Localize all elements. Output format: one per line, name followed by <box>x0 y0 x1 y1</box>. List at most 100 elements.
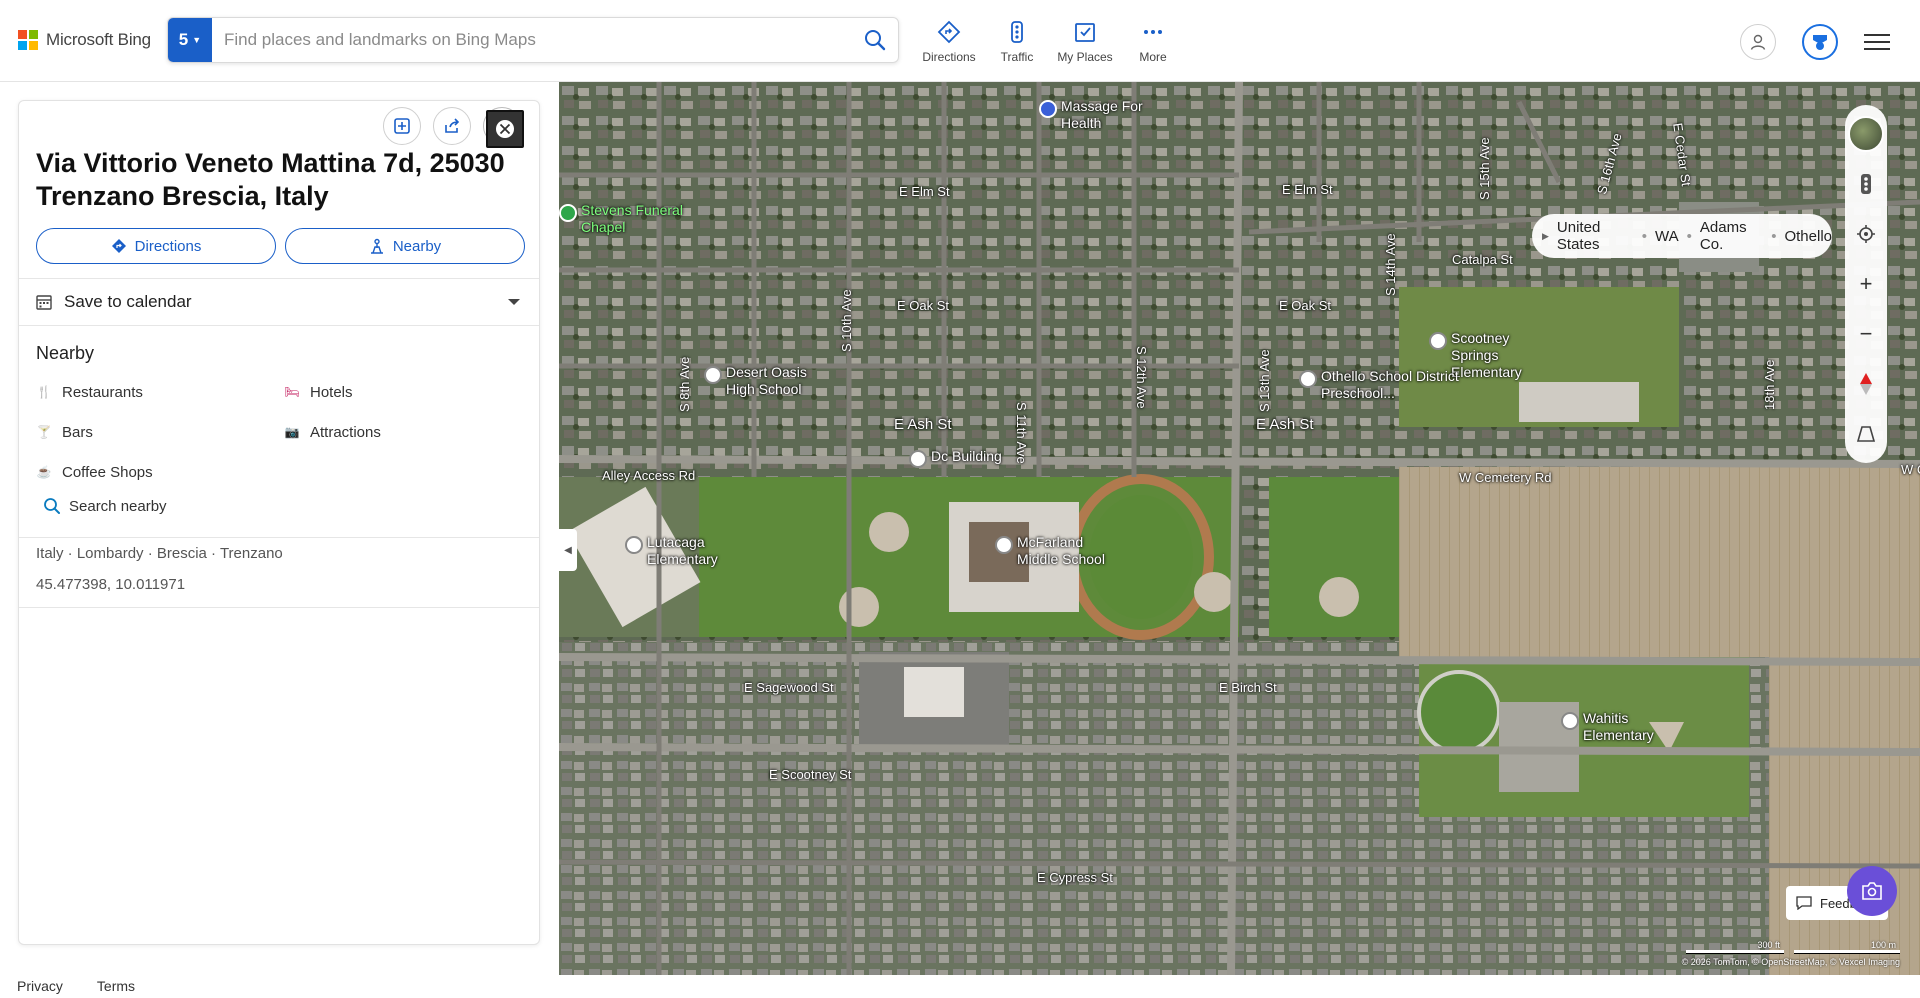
chevron-left-icon: ◀ <box>564 544 572 556</box>
save-to-calendar-row[interactable]: Save to calendar <box>36 289 521 315</box>
funeral-pin-icon <box>559 204 577 222</box>
camera-icon <box>1862 882 1882 900</box>
street-label: S 13th Ave <box>1257 349 1272 412</box>
nav-traffic[interactable]: Traffic <box>983 20 1051 64</box>
street-label: Alley Access Rd <box>602 468 696 483</box>
search-icon <box>865 30 886 51</box>
nearby-bars[interactable]: 🍸 Bars <box>36 421 284 443</box>
school-pin-icon <box>995 536 1013 554</box>
header-right <box>1740 24 1890 60</box>
microsoft-logo-icon <box>18 30 38 50</box>
street-label: Catalpa St <box>1452 252 1513 267</box>
brand-name: Microsoft Bing <box>46 30 151 49</box>
search-button[interactable] <box>852 18 898 62</box>
account-button[interactable] <box>1740 24 1776 60</box>
tilt-perspective-icon <box>1856 426 1876 442</box>
poi-lutacaga-elementary[interactable]: Lutacaga Elementary <box>625 534 735 568</box>
traffic-toggle-button[interactable] <box>1845 161 1887 207</box>
poi-stevens-funeral-chapel[interactable]: Stevens Funeral Chapel <box>559 202 689 236</box>
map-controls: + − <box>1845 105 1887 463</box>
breadcrumb-state[interactable]: WA <box>1655 228 1679 245</box>
footer-links: Privacy Terms <box>17 978 135 994</box>
nearby-hotels[interactable]: 🛏 Hotels <box>284 381 532 403</box>
nearby-item-label: Coffee Shops <box>62 463 153 481</box>
nearby-button-label: Nearby <box>392 237 442 255</box>
zoom-out-button[interactable]: − <box>1845 311 1887 357</box>
compass-button[interactable] <box>1845 361 1887 407</box>
coffee-icon: ☕ <box>36 465 52 479</box>
bed-icon: 🛏 <box>284 385 300 399</box>
chevron-down-icon[interactable] <box>507 297 521 307</box>
breadcrumb-county[interactable]: Adams Co. <box>1700 219 1763 253</box>
share-button[interactable] <box>433 107 471 145</box>
street-label: E Ash St <box>894 416 952 433</box>
poi-wahitis-elementary[interactable]: Wahitis Elementary <box>1561 710 1681 744</box>
save-to-calendar-label: Save to calendar <box>64 292 192 311</box>
nav-more[interactable]: More <box>1119 20 1187 64</box>
search-scope-badge: 5 <box>178 30 189 49</box>
poi-mcfarland-middle-school[interactable]: McFarland Middle School <box>995 534 1125 568</box>
my-places-icon <box>1075 23 1095 42</box>
breadcrumb-city[interactable]: Othello <box>1784 228 1832 245</box>
map-view[interactable]: ◀ E Elm St E Elm St E Oak St E Oak St E … <box>559 82 1920 975</box>
nav-my-places[interactable]: My Places <box>1051 20 1119 64</box>
header: Microsoft Bing 5 ▼ Directions <box>0 0 1920 82</box>
street-label: S 15th Ave <box>1477 137 1492 200</box>
breadcrumb-country[interactable]: United States <box>1557 219 1634 253</box>
terms-link[interactable]: Terms <box>97 978 135 994</box>
chevron-down-icon: ▼ <box>192 35 202 45</box>
camera-icon: 📷 <box>284 425 300 439</box>
nav-traffic-label: Traffic <box>1000 50 1034 64</box>
add-collection-icon <box>394 118 410 134</box>
nearby-attractions[interactable]: 📷 Attractions <box>284 421 532 443</box>
nearby-restaurants[interactable]: 🍴 Restaurants <box>36 381 284 403</box>
poi-label: Wahitis Elementary <box>1583 710 1654 743</box>
map-style-button[interactable] <box>1845 111 1887 157</box>
expand-triangle-icon[interactable]: ▶ <box>1542 231 1549 242</box>
privacy-link[interactable]: Privacy <box>17 978 63 994</box>
directions-button[interactable]: Directions <box>36 228 276 264</box>
school-pin-icon <box>1299 370 1317 388</box>
nearby-person-icon <box>370 238 383 254</box>
map-location-breadcrumb: ▶ United States • WA • Adams Co. • Othel… <box>1532 214 1832 258</box>
poi-massage-for-health[interactable]: Massage For Health <box>1039 98 1159 132</box>
poi-dc-building[interactable]: Dc Building <box>909 448 1029 468</box>
save-place-button[interactable] <box>383 107 421 145</box>
poi-label: McFarland Middle School <box>1017 534 1105 567</box>
top-nav: Directions Traffic My Places More <box>915 20 1187 64</box>
share-icon <box>445 118 460 133</box>
nearby-coffee-shops[interactable]: ☕ Coffee Shops <box>36 461 284 483</box>
rewards-button[interactable] <box>1802 24 1838 60</box>
street-label: W Cemetery Rd <box>1459 470 1552 485</box>
bing-logo[interactable]: Microsoft Bing <box>18 30 151 50</box>
menu-button[interactable] <box>1864 34 1890 50</box>
collapse-panel-tab[interactable]: ◀ <box>559 529 577 571</box>
zoom-in-button[interactable]: + <box>1845 261 1887 307</box>
search-scope-dropdown[interactable]: 5 ▼ <box>168 18 212 62</box>
screenshot-button[interactable] <box>1847 866 1897 916</box>
nearby-button[interactable]: Nearby <box>285 228 525 264</box>
school-pin-icon <box>625 536 643 554</box>
breadcrumb-separator: • <box>1771 227 1777 245</box>
poi-desert-oasis-high-school[interactable]: Desert Oasis High School <box>704 364 824 398</box>
close-panel-button[interactable] <box>483 107 524 148</box>
poi-othello-school-district-preschool[interactable]: Othello School District Preschool... <box>1299 368 1469 402</box>
poi-label: Stevens Funeral Chapel <box>581 202 683 235</box>
school-pin-icon <box>704 366 722 384</box>
nearby-item-label: Restaurants <box>62 383 143 401</box>
locate-me-button[interactable] <box>1845 211 1887 257</box>
search-input[interactable] <box>212 18 852 62</box>
divider <box>19 325 539 326</box>
plus-icon: + <box>1859 271 1873 296</box>
minus-icon: − <box>1859 321 1873 346</box>
nav-directions[interactable]: Directions <box>915 20 983 64</box>
street-label: E Birch St <box>1219 680 1277 695</box>
tilt-button[interactable] <box>1845 411 1887 457</box>
nearby-item-label: Bars <box>62 423 93 441</box>
street-label: S 14th Ave <box>1383 233 1398 296</box>
rewards-medal-icon <box>1813 35 1827 50</box>
scale-m: 100 m <box>1794 940 1900 953</box>
street-label: E Oak St <box>1279 298 1332 313</box>
search-nearby-link[interactable]: Search nearby <box>43 497 167 515</box>
street-label: E Sagewood St <box>744 680 834 695</box>
